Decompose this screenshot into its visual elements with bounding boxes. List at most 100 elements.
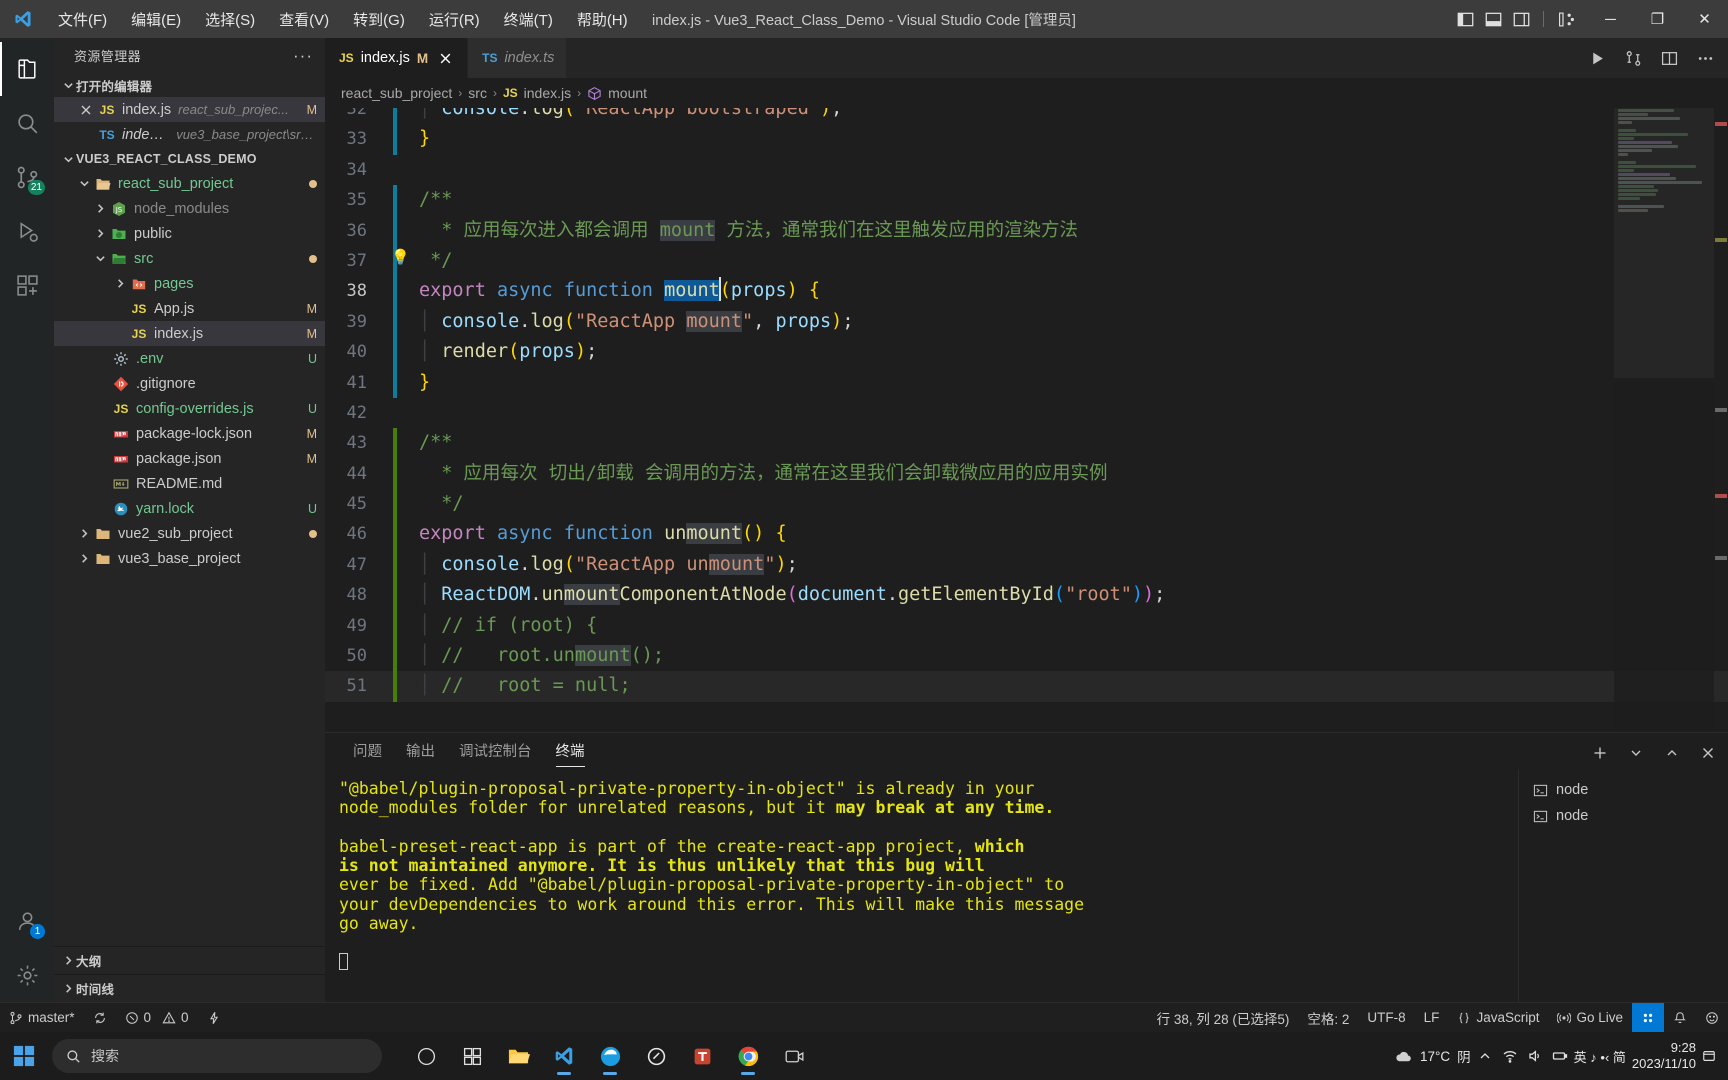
- taskbar-camera-app[interactable]: [772, 1034, 816, 1078]
- menu-help[interactable]: 帮助(H): [565, 5, 640, 34]
- taskbar-chrome[interactable]: [726, 1034, 770, 1078]
- tree-item-env[interactable]: .env U: [54, 346, 325, 371]
- tree-item-public[interactable]: public: [54, 221, 325, 246]
- minimap-slider[interactable]: [1614, 108, 1714, 378]
- menu-run[interactable]: 运行(R): [417, 5, 492, 34]
- status-branch[interactable]: master*: [0, 1003, 84, 1033]
- chevron-right-icon[interactable]: [76, 551, 92, 567]
- menu-view[interactable]: 查看(V): [267, 5, 341, 34]
- taskbar-edge[interactable]: [588, 1034, 632, 1078]
- start-button[interactable]: [0, 1032, 48, 1080]
- section-open-editors[interactable]: 打开的编辑器: [54, 73, 325, 97]
- activity-extensions[interactable]: [0, 258, 54, 312]
- minimap[interactable]: [1614, 108, 1714, 732]
- status-notifications[interactable]: [1664, 1003, 1696, 1033]
- tree-item-yarn-lock[interactable]: yarn.lock U: [54, 496, 325, 521]
- run-code-icon[interactable]: [1586, 47, 1608, 69]
- breadcrumb-react-sub-project[interactable]: react_sub_project: [341, 85, 452, 101]
- status-go-live[interactable]: Go Live: [1548, 1003, 1632, 1033]
- menu-edit[interactable]: 编辑(E): [119, 5, 193, 34]
- tree-item-readme[interactable]: README.md: [54, 471, 325, 496]
- status-cursor-position[interactable]: 行 38, 列 28 (已选择5): [1148, 1003, 1299, 1033]
- activity-run-debug[interactable]: [0, 204, 54, 258]
- split-compare-icon[interactable]: [1622, 47, 1644, 69]
- customize-layout-icon[interactable]: [1553, 6, 1579, 32]
- menu-go[interactable]: 转到(G): [341, 5, 417, 34]
- tree-item-node-modules[interactable]: JS node_modules: [54, 196, 325, 221]
- split-editor-icon[interactable]: [1658, 47, 1680, 69]
- tree-item-react-sub-project[interactable]: react_sub_project: [54, 171, 325, 196]
- taskbar-link-app[interactable]: [634, 1034, 678, 1078]
- chevron-right-icon[interactable]: [76, 526, 92, 542]
- minimize-button[interactable]: ─: [1587, 0, 1634, 38]
- sidebar-more-actions-icon[interactable]: ···: [293, 46, 313, 66]
- taskbar-file-explorer[interactable]: [496, 1034, 540, 1078]
- menu-bar[interactable]: 文件(F) 编辑(E) 选择(S) 查看(V) 转到(G) 运行(R) 终端(T…: [46, 5, 640, 34]
- tree-item-vue2-sub-project[interactable]: vue2_sub_project: [54, 521, 325, 546]
- status-language-mode[interactable]: JavaScript: [1448, 1003, 1548, 1033]
- menu-terminal[interactable]: 终端(T): [492, 5, 565, 34]
- status-feedback[interactable]: [1696, 1003, 1728, 1033]
- code-editor[interactable]: 32 │ console.log("ReactApp bootstraped");…: [325, 108, 1728, 732]
- activity-accounts[interactable]: 1: [0, 894, 54, 948]
- menu-file[interactable]: 文件(F): [46, 5, 119, 34]
- status-indentation[interactable]: 空格: 2: [1298, 1003, 1358, 1033]
- weather-widget[interactable]: 17°C 阴: [1394, 1046, 1471, 1066]
- breadcrumb-src[interactable]: src: [468, 85, 487, 101]
- status-ports[interactable]: [198, 1003, 230, 1033]
- lightbulb-icon[interactable]: 💡: [391, 242, 410, 272]
- panel-tab-terminal[interactable]: 终端: [544, 740, 597, 769]
- chevron-right-icon[interactable]: [92, 226, 108, 242]
- taskbar-search-input[interactable]: 搜索: [52, 1039, 382, 1073]
- section-outline[interactable]: 大纲: [54, 946, 325, 974]
- taskbar-teams-app[interactable]: [680, 1034, 724, 1078]
- taskbar-vscode[interactable]: [542, 1034, 586, 1078]
- status-problems[interactable]: 0 0: [116, 1003, 198, 1033]
- chevron-down-icon[interactable]: [76, 176, 92, 192]
- tree-item-app-js[interactable]: JS App.js M: [54, 296, 325, 321]
- maximize-panel-icon[interactable]: [1662, 743, 1682, 763]
- status-eol[interactable]: LF: [1415, 1003, 1449, 1033]
- tray-icons[interactable]: [1477, 1048, 1568, 1064]
- tree-item-vue3-base-project[interactable]: vue3_base_project: [54, 546, 325, 571]
- activity-explorer[interactable]: [0, 42, 54, 96]
- tab-close-icon[interactable]: [435, 48, 455, 68]
- tree-item-package-json[interactable]: package.json M: [54, 446, 325, 471]
- code-lines[interactable]: 32 │ console.log("ReactApp bootstraped");…: [325, 108, 1728, 732]
- toggle-secondary-sidebar-icon[interactable]: [1508, 6, 1534, 32]
- chevron-right-icon[interactable]: [92, 201, 108, 217]
- panel-tab-output[interactable]: 输出: [394, 740, 447, 769]
- taskbar-clock[interactable]: 9:28 2023/11/10: [1632, 1040, 1696, 1073]
- breadcrumb-index-js[interactable]: index.js: [524, 85, 571, 101]
- tree-item-index-js[interactable]: JS index.js M: [54, 321, 325, 346]
- status-encoding[interactable]: UTF-8: [1358, 1003, 1414, 1033]
- terminal-list-item[interactable]: node: [1525, 803, 1728, 829]
- section-project-root[interactable]: VUE3_REACT_CLASS_DEMO: [54, 147, 325, 171]
- ime-indicator[interactable]: 英 ♪ •‹ 简: [1574, 1047, 1626, 1066]
- close-button[interactable]: ✕: [1681, 0, 1728, 38]
- tree-item-pages[interactable]: pages: [54, 271, 325, 296]
- toggle-panel-icon[interactable]: [1480, 6, 1506, 32]
- notification-center-icon[interactable]: [1702, 1049, 1716, 1063]
- close-icon[interactable]: [76, 104, 96, 116]
- editor-scrollbar[interactable]: [1714, 108, 1728, 732]
- tree-item-gitignore[interactable]: .gitignore: [54, 371, 325, 396]
- maximize-button[interactable]: ❐: [1634, 0, 1681, 38]
- terminal-list-item[interactable]: node: [1525, 777, 1728, 803]
- panel-tab-debug-console[interactable]: 调试控制台: [447, 740, 544, 769]
- terminal-dropdown-icon[interactable]: [1626, 743, 1646, 763]
- toggle-primary-sidebar-icon[interactable]: [1452, 6, 1478, 32]
- status-remote[interactable]: [1632, 1002, 1664, 1033]
- open-editor-index-ts[interactable]: TS index.ts vue3_base_project\src\r...: [54, 122, 325, 147]
- chevron-right-icon[interactable]: [112, 276, 128, 292]
- tree-item-config-overrides[interactable]: JS config-overrides.js U: [54, 396, 325, 421]
- taskbar-widgets[interactable]: [450, 1034, 494, 1078]
- taskbar-task-view[interactable]: [404, 1034, 448, 1078]
- breadcrumb-mount[interactable]: mount: [608, 85, 647, 101]
- activity-settings[interactable]: [0, 948, 54, 1002]
- panel-tab-problems[interactable]: 问题: [341, 740, 394, 769]
- tree-item-src[interactable]: src: [54, 246, 325, 271]
- chevron-down-icon[interactable]: [92, 251, 108, 267]
- status-sync[interactable]: [84, 1003, 116, 1033]
- activity-search[interactable]: [0, 96, 54, 150]
